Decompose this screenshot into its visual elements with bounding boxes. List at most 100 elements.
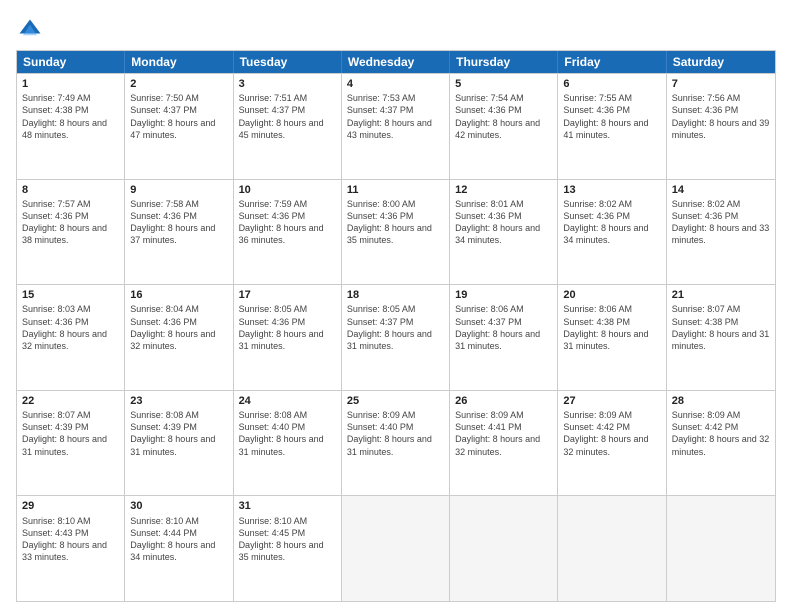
daylight-label: Daylight: 8 hours and 31 minutes.	[563, 329, 648, 351]
calendar-cell: 13 Sunrise: 8:02 AM Sunset: 4:36 PM Dayl…	[558, 180, 666, 285]
sunset-label: Sunset: 4:39 PM	[130, 422, 197, 432]
sunset-label: Sunset: 4:37 PM	[455, 317, 522, 327]
calendar-cell: 28 Sunrise: 8:09 AM Sunset: 4:42 PM Dayl…	[667, 391, 775, 496]
sunset-label: Sunset: 4:36 PM	[22, 211, 89, 221]
daylight-label: Daylight: 8 hours and 31 minutes.	[239, 434, 324, 456]
sunrise-label: Sunrise: 8:10 AM	[130, 516, 199, 526]
daylight-label: Daylight: 8 hours and 32 minutes.	[672, 434, 770, 456]
sunrise-label: Sunrise: 8:02 AM	[563, 199, 632, 209]
calendar-cell: 11 Sunrise: 8:00 AM Sunset: 4:36 PM Dayl…	[342, 180, 450, 285]
day-number: 27	[563, 394, 660, 408]
sunrise-label: Sunrise: 7:55 AM	[563, 93, 632, 103]
daylight-label: Daylight: 8 hours and 47 minutes.	[130, 118, 215, 140]
day-number: 1	[22, 77, 119, 91]
sunset-label: Sunset: 4:36 PM	[239, 211, 306, 221]
calendar-cell: 26 Sunrise: 8:09 AM Sunset: 4:41 PM Dayl…	[450, 391, 558, 496]
sunrise-label: Sunrise: 8:05 AM	[239, 304, 308, 314]
daylight-label: Daylight: 8 hours and 42 minutes.	[455, 118, 540, 140]
day-number: 31	[239, 499, 336, 513]
daylight-label: Daylight: 8 hours and 48 minutes.	[22, 118, 107, 140]
calendar-cell: 5 Sunrise: 7:54 AM Sunset: 4:36 PM Dayli…	[450, 74, 558, 179]
cell-info: Sunrise: 7:54 AM Sunset: 4:36 PM Dayligh…	[455, 92, 552, 141]
cell-info: Sunrise: 7:53 AM Sunset: 4:37 PM Dayligh…	[347, 92, 444, 141]
daylight-label: Daylight: 8 hours and 37 minutes.	[130, 223, 215, 245]
day-number: 12	[455, 183, 552, 197]
sunrise-label: Sunrise: 8:09 AM	[455, 410, 524, 420]
sunrise-label: Sunrise: 8:10 AM	[22, 516, 91, 526]
sunset-label: Sunset: 4:37 PM	[347, 105, 414, 115]
calendar-cell: 8 Sunrise: 7:57 AM Sunset: 4:36 PM Dayli…	[17, 180, 125, 285]
calendar-page: SundayMondayTuesdayWednesdayThursdayFrid…	[0, 0, 792, 612]
daylight-label: Daylight: 8 hours and 34 minutes.	[130, 540, 215, 562]
sunset-label: Sunset: 4:39 PM	[22, 422, 89, 432]
sunset-label: Sunset: 4:42 PM	[672, 422, 739, 432]
cell-info: Sunrise: 8:10 AM Sunset: 4:43 PM Dayligh…	[22, 515, 119, 564]
daylight-label: Daylight: 8 hours and 41 minutes.	[563, 118, 648, 140]
cell-info: Sunrise: 8:02 AM Sunset: 4:36 PM Dayligh…	[563, 198, 660, 247]
daylight-label: Daylight: 8 hours and 36 minutes.	[239, 223, 324, 245]
sunrise-label: Sunrise: 8:09 AM	[672, 410, 741, 420]
daylight-label: Daylight: 8 hours and 35 minutes.	[347, 223, 432, 245]
calendar-cell: 12 Sunrise: 8:01 AM Sunset: 4:36 PM Dayl…	[450, 180, 558, 285]
cell-info: Sunrise: 8:05 AM Sunset: 4:37 PM Dayligh…	[347, 303, 444, 352]
day-number: 28	[672, 394, 770, 408]
sunrise-label: Sunrise: 8:00 AM	[347, 199, 416, 209]
cell-info: Sunrise: 8:09 AM Sunset: 4:41 PM Dayligh…	[455, 409, 552, 458]
day-number: 18	[347, 288, 444, 302]
logo	[16, 16, 48, 44]
header-day: Friday	[558, 51, 666, 73]
calendar: SundayMondayTuesdayWednesdayThursdayFrid…	[16, 50, 776, 602]
day-number: 25	[347, 394, 444, 408]
day-number: 15	[22, 288, 119, 302]
cell-info: Sunrise: 8:01 AM Sunset: 4:36 PM Dayligh…	[455, 198, 552, 247]
calendar-cell: 31 Sunrise: 8:10 AM Sunset: 4:45 PM Dayl…	[234, 496, 342, 601]
header-day: Monday	[125, 51, 233, 73]
sunset-label: Sunset: 4:38 PM	[563, 317, 630, 327]
cell-info: Sunrise: 8:09 AM Sunset: 4:40 PM Dayligh…	[347, 409, 444, 458]
calendar-cell: 16 Sunrise: 8:04 AM Sunset: 4:36 PM Dayl…	[125, 285, 233, 390]
cell-info: Sunrise: 8:03 AM Sunset: 4:36 PM Dayligh…	[22, 303, 119, 352]
sunset-label: Sunset: 4:37 PM	[347, 317, 414, 327]
sunrise-label: Sunrise: 7:57 AM	[22, 199, 91, 209]
day-number: 9	[130, 183, 227, 197]
sunrise-label: Sunrise: 7:53 AM	[347, 93, 416, 103]
day-number: 26	[455, 394, 552, 408]
daylight-label: Daylight: 8 hours and 31 minutes.	[672, 329, 770, 351]
sunrise-label: Sunrise: 7:59 AM	[239, 199, 308, 209]
logo-icon	[16, 16, 44, 44]
calendar-cell	[342, 496, 450, 601]
sunset-label: Sunset: 4:36 PM	[563, 105, 630, 115]
cell-info: Sunrise: 8:05 AM Sunset: 4:36 PM Dayligh…	[239, 303, 336, 352]
calendar-cell	[667, 496, 775, 601]
day-number: 22	[22, 394, 119, 408]
calendar-cell	[558, 496, 666, 601]
day-number: 23	[130, 394, 227, 408]
day-number: 3	[239, 77, 336, 91]
cell-info: Sunrise: 8:10 AM Sunset: 4:44 PM Dayligh…	[130, 515, 227, 564]
sunset-label: Sunset: 4:36 PM	[22, 317, 89, 327]
calendar-cell: 7 Sunrise: 7:56 AM Sunset: 4:36 PM Dayli…	[667, 74, 775, 179]
day-number: 19	[455, 288, 552, 302]
calendar-cell: 18 Sunrise: 8:05 AM Sunset: 4:37 PM Dayl…	[342, 285, 450, 390]
sunrise-label: Sunrise: 8:02 AM	[672, 199, 741, 209]
calendar-cell: 30 Sunrise: 8:10 AM Sunset: 4:44 PM Dayl…	[125, 496, 233, 601]
sunrise-label: Sunrise: 7:54 AM	[455, 93, 524, 103]
sunset-label: Sunset: 4:37 PM	[239, 105, 306, 115]
sunset-label: Sunset: 4:36 PM	[347, 211, 414, 221]
calendar-cell	[450, 496, 558, 601]
calendar-cell: 23 Sunrise: 8:08 AM Sunset: 4:39 PM Dayl…	[125, 391, 233, 496]
daylight-label: Daylight: 8 hours and 34 minutes.	[455, 223, 540, 245]
calendar-cell: 15 Sunrise: 8:03 AM Sunset: 4:36 PM Dayl…	[17, 285, 125, 390]
calendar-cell: 14 Sunrise: 8:02 AM Sunset: 4:36 PM Dayl…	[667, 180, 775, 285]
calendar-cell: 21 Sunrise: 8:07 AM Sunset: 4:38 PM Dayl…	[667, 285, 775, 390]
sunset-label: Sunset: 4:42 PM	[563, 422, 630, 432]
cell-info: Sunrise: 8:02 AM Sunset: 4:36 PM Dayligh…	[672, 198, 770, 247]
sunset-label: Sunset: 4:38 PM	[22, 105, 89, 115]
cell-info: Sunrise: 7:51 AM Sunset: 4:37 PM Dayligh…	[239, 92, 336, 141]
cell-info: Sunrise: 8:06 AM Sunset: 4:38 PM Dayligh…	[563, 303, 660, 352]
day-number: 21	[672, 288, 770, 302]
header-day: Tuesday	[234, 51, 342, 73]
day-number: 24	[239, 394, 336, 408]
daylight-label: Daylight: 8 hours and 34 minutes.	[563, 223, 648, 245]
calendar-cell: 3 Sunrise: 7:51 AM Sunset: 4:37 PM Dayli…	[234, 74, 342, 179]
